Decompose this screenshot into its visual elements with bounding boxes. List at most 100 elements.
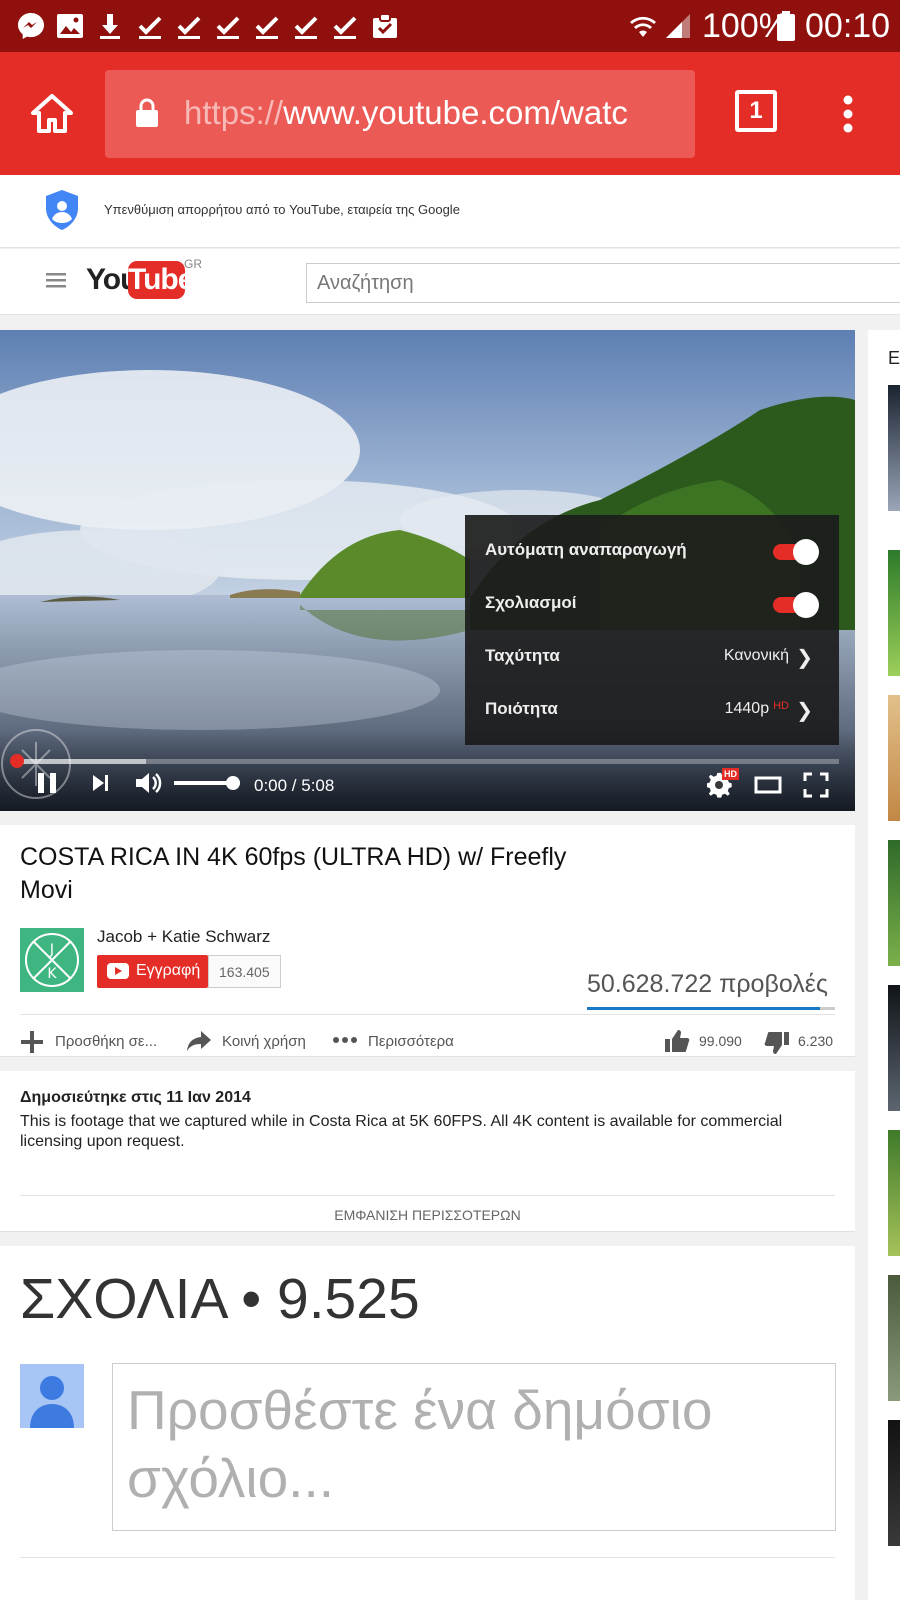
shield-user-icon (44, 189, 80, 231)
tab-switcher-button[interactable]: 1 (735, 90, 777, 132)
more-actions-label: Περισσότερα (368, 1033, 454, 1050)
like-dislike-bar (587, 1007, 835, 1010)
more-actions-button[interactable]: Περισσότερα (332, 1022, 472, 1056)
comments-separator: • (241, 1267, 262, 1331)
related-video-thumbnail[interactable] (888, 1275, 900, 1401)
settings-menu: Αυτόματη αναπαραγωγή Σχολιασμοί Ταχύτητα… (465, 515, 839, 745)
guide-menu-button[interactable] (46, 271, 66, 289)
related-video-thumbnail[interactable] (888, 695, 900, 821)
more-vert-icon (843, 95, 853, 133)
user-avatar (20, 1364, 84, 1428)
dislike-button[interactable]: 6.230 (764, 1022, 840, 1056)
settings-hd-badge: HD (722, 768, 739, 780)
related-video-thumbnail[interactable] (888, 385, 900, 511)
divider (20, 1557, 835, 1558)
share-label: Κοινή χρήση (222, 1033, 306, 1050)
divider (20, 1195, 835, 1196)
download-complete-icon (174, 10, 204, 42)
mute-button[interactable] (134, 770, 162, 796)
publish-date: Δημοσιεύτηκε στις 11 Ιαν 2014 (20, 1089, 251, 1106)
description-text: This is footage that we captured while i… (20, 1113, 783, 1150)
youtube-play-icon (107, 963, 129, 979)
like-button[interactable]: 99.090 (664, 1022, 744, 1056)
url-scheme: https:// (184, 94, 284, 131)
annotations-row[interactable]: Σχολιασμοί (465, 576, 839, 629)
home-icon (31, 94, 73, 133)
theater-mode-button[interactable] (754, 774, 782, 796)
gallery-icon (55, 10, 85, 42)
view-count: 50.628.722 προβολές (587, 970, 828, 998)
fullscreen-button[interactable] (803, 772, 829, 798)
related-video-thumbnail[interactable] (888, 840, 900, 966)
privacy-reminder-banner[interactable]: Υπενθύμιση απορρήτου από το YouTube, ετα… (0, 175, 900, 248)
more-horiz-icon (333, 1037, 357, 1043)
subscribe-button[interactable]: Εγγραφή (97, 955, 208, 988)
dislike-count: 6.230 (798, 1033, 834, 1049)
skip-next-icon (93, 775, 108, 791)
add-to-label: Προσθήκη σε... (55, 1033, 158, 1050)
related-video-thumbnail[interactable] (888, 985, 900, 1111)
add-to-button[interactable]: Προσθήκη σε... (20, 1022, 170, 1056)
comments-title: ΣΧΟΛΙΑ (20, 1267, 226, 1331)
comments-heading: ΣΧΟΛΙΑ • 9.525 (20, 1266, 420, 1332)
next-button[interactable] (90, 772, 112, 794)
autoplay-toggle[interactable] (771, 539, 819, 565)
annotations-label: Σχολιασμοί (485, 593, 577, 612)
settings-button[interactable]: HD (706, 768, 739, 800)
youtube-logo[interactable]: You Tube GR (86, 257, 206, 303)
plus-icon (21, 1031, 43, 1053)
subscriber-count-value: 163.405 (219, 964, 270, 980)
sidebar-heading: Ε (888, 348, 900, 368)
autoplay-label: Αυτόματη αναπαραγωγή (485, 540, 687, 559)
time-display: 0:00 / 5:08 (254, 776, 335, 795)
url-bar[interactable]: https://www.youtube.com/watc (105, 70, 695, 158)
share-button[interactable]: Κοινή χρήση (186, 1022, 316, 1056)
channel-name[interactable]: Jacob + Katie Schwarz (97, 927, 270, 947)
buffered-bar (14, 759, 146, 764)
battery-icon (776, 10, 796, 42)
download-complete-icon (252, 10, 282, 42)
home-button[interactable] (30, 92, 74, 136)
autoplay-row[interactable]: Αυτόματη αναπαραγωγή (465, 523, 839, 576)
fullscreen-icon (803, 772, 829, 798)
video-player[interactable]: Αυτόματη αναπαραγωγή Σχολιασμοί Ταχύτητα… (0, 330, 855, 811)
volume-icon (136, 773, 162, 793)
pause-icon (38, 773, 56, 793)
channel-avatar[interactable]: JK (20, 928, 84, 992)
comment-input[interactable]: Προσθέστε ένα δημόσιο σχόλιο... (112, 1363, 836, 1531)
browser-toolbar: https://www.youtube.com/watc 1 (0, 52, 900, 175)
quality-row[interactable]: Ποιότητα 1440p HD ❯ (465, 682, 839, 735)
show-more-button[interactable]: ΕΜΦΑΝΙΣΗ ΠΕΡΙΣΣΟΤΕΡΩΝ (0, 1207, 855, 1223)
annotations-toggle[interactable] (771, 592, 819, 618)
toggle-knob (793, 539, 819, 565)
scrubber-handle[interactable] (10, 754, 24, 768)
divider (20, 1014, 835, 1015)
like-count: 99.090 (699, 1033, 742, 1049)
quality-label: Ποιότητα (485, 699, 558, 718)
url-text: https://www.youtube.com/watc (184, 93, 628, 133)
chevron-right-icon: ❯ (796, 647, 813, 669)
theater-icon (754, 776, 782, 794)
speed-row[interactable]: Ταχύτητα Κανονική ❯ (465, 629, 839, 682)
subscribe-label: Εγγραφή (136, 962, 201, 979)
related-videos-sidebar: Ε (868, 330, 900, 1600)
toggle-knob (793, 592, 819, 618)
video-info-card: COSTA RICA IN 4K 60fps (ULTRA HD) w/ Fre… (0, 825, 855, 1057)
search-input[interactable]: Αναζήτηση (306, 263, 900, 303)
related-video-thumbnail[interactable] (888, 1130, 900, 1256)
overflow-menu-button[interactable] (838, 92, 858, 136)
wifi-icon (628, 10, 658, 42)
pause-button[interactable] (34, 770, 60, 796)
svg-text:J: J (49, 942, 54, 958)
download-complete-icon (135, 10, 165, 42)
related-video-thumbnail[interactable] (888, 1420, 900, 1546)
comments-count: 9.525 (277, 1267, 420, 1331)
region-code: GR (184, 257, 202, 271)
channel-logo-icon: JK (25, 933, 79, 987)
progress-bar[interactable] (14, 759, 839, 764)
download-complete-icon (213, 10, 243, 42)
speed-label: Ταχύτητα (485, 646, 560, 665)
chevron-right-icon: ❯ (796, 700, 813, 722)
privacy-reminder-text: Υπενθύμιση απορρήτου από το YouTube, ετα… (104, 202, 460, 217)
related-video-thumbnail[interactable] (888, 550, 900, 676)
